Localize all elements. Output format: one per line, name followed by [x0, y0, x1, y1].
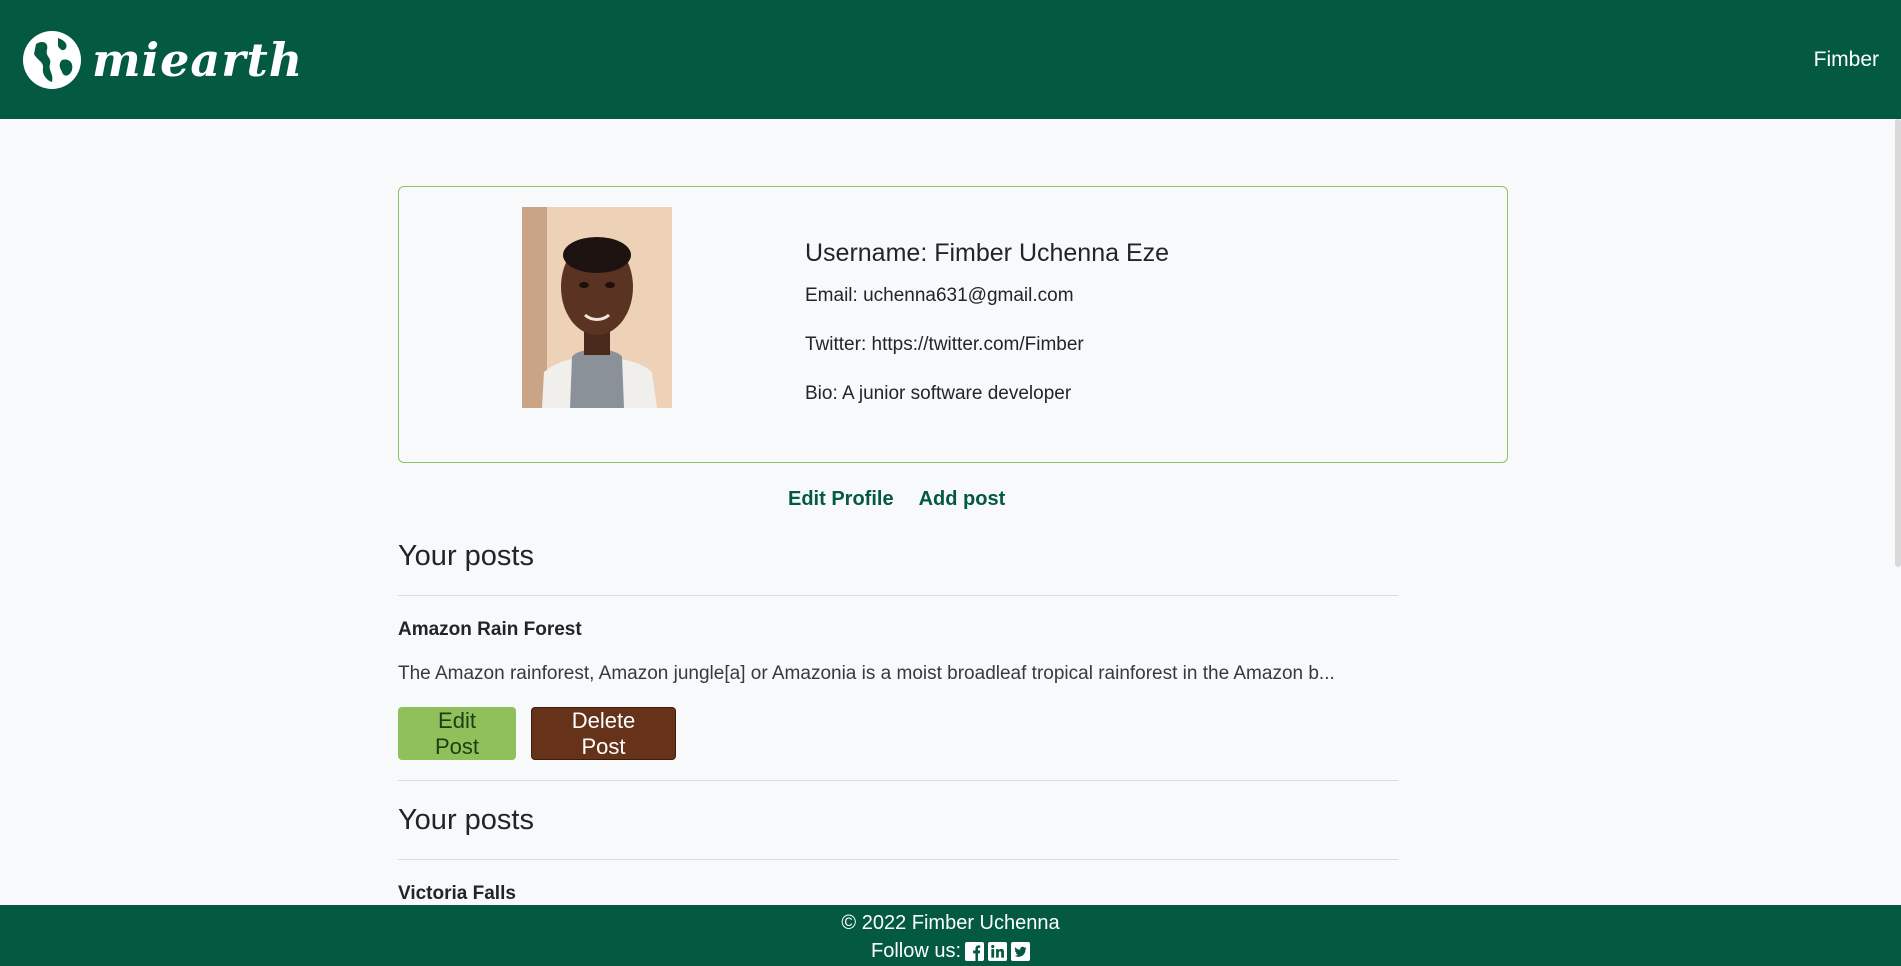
post-title: Victoria Falls — [398, 883, 516, 904]
posts-section: Your posts Amazon Rain Forest The Amazon… — [398, 540, 1398, 905]
profile-card: Username: Fimber Uchenna Eze Email: uche… — [398, 186, 1508, 463]
profile-email: Email: uchenna631@gmail.com — [805, 285, 1074, 306]
posts-section-title: Your posts — [398, 540, 534, 572]
edit-post-button[interactable]: Edit Post — [398, 707, 516, 760]
profile-avatar — [522, 207, 672, 408]
profile-bio: Bio: A junior software developer — [805, 383, 1072, 404]
post-buttons: Edit Post Delete Post — [398, 707, 1398, 760]
delete-post-button[interactable]: Delete Post — [531, 707, 676, 760]
brand-logo-link[interactable]: miearth — [22, 30, 303, 90]
edit-profile-link[interactable]: Edit Profile — [788, 488, 894, 511]
nav-user-link[interactable]: Fimber — [1814, 48, 1879, 72]
brand-name: miearth — [92, 32, 304, 87]
twitter-icon[interactable] — [1011, 941, 1031, 961]
divider — [398, 780, 1398, 781]
post-item: Amazon Rain Forest The Amazon rainforest… — [398, 596, 1398, 760]
top-navbar: miearth Fimber — [0, 0, 1901, 119]
follow-label: Follow us: — [870, 940, 962, 962]
divider — [398, 859, 1398, 860]
post-title: Amazon Rain Forest — [398, 619, 582, 640]
linkedin-icon[interactable] — [988, 941, 1008, 961]
post-excerpt: The Amazon rainforest, Amazon jungle[a] … — [398, 663, 1335, 684]
page-footer: © 2022 Fimber Uchenna Follow us: — [0, 905, 1901, 966]
globe-icon — [23, 30, 81, 89]
facebook-icon[interactable] — [965, 941, 985, 961]
profile-twitter: Twitter: https://twitter.com/Fimber — [805, 334, 1084, 355]
profile-actions: Edit Profile Add post — [788, 488, 1005, 511]
profile-username: Username: Fimber Uchenna Eze — [805, 239, 1170, 267]
footer-follow: Follow us: — [0, 937, 1901, 965]
page-scrollbar[interactable] — [1895, 119, 1901, 567]
posts-section-title: Your posts — [398, 804, 534, 836]
add-post-link[interactable]: Add post — [919, 488, 1006, 511]
footer-copyright: © 2022 Fimber Uchenna — [841, 912, 1060, 934]
profile-info: Username: Fimber Uchenna Eze Email: uche… — [805, 239, 1169, 432]
